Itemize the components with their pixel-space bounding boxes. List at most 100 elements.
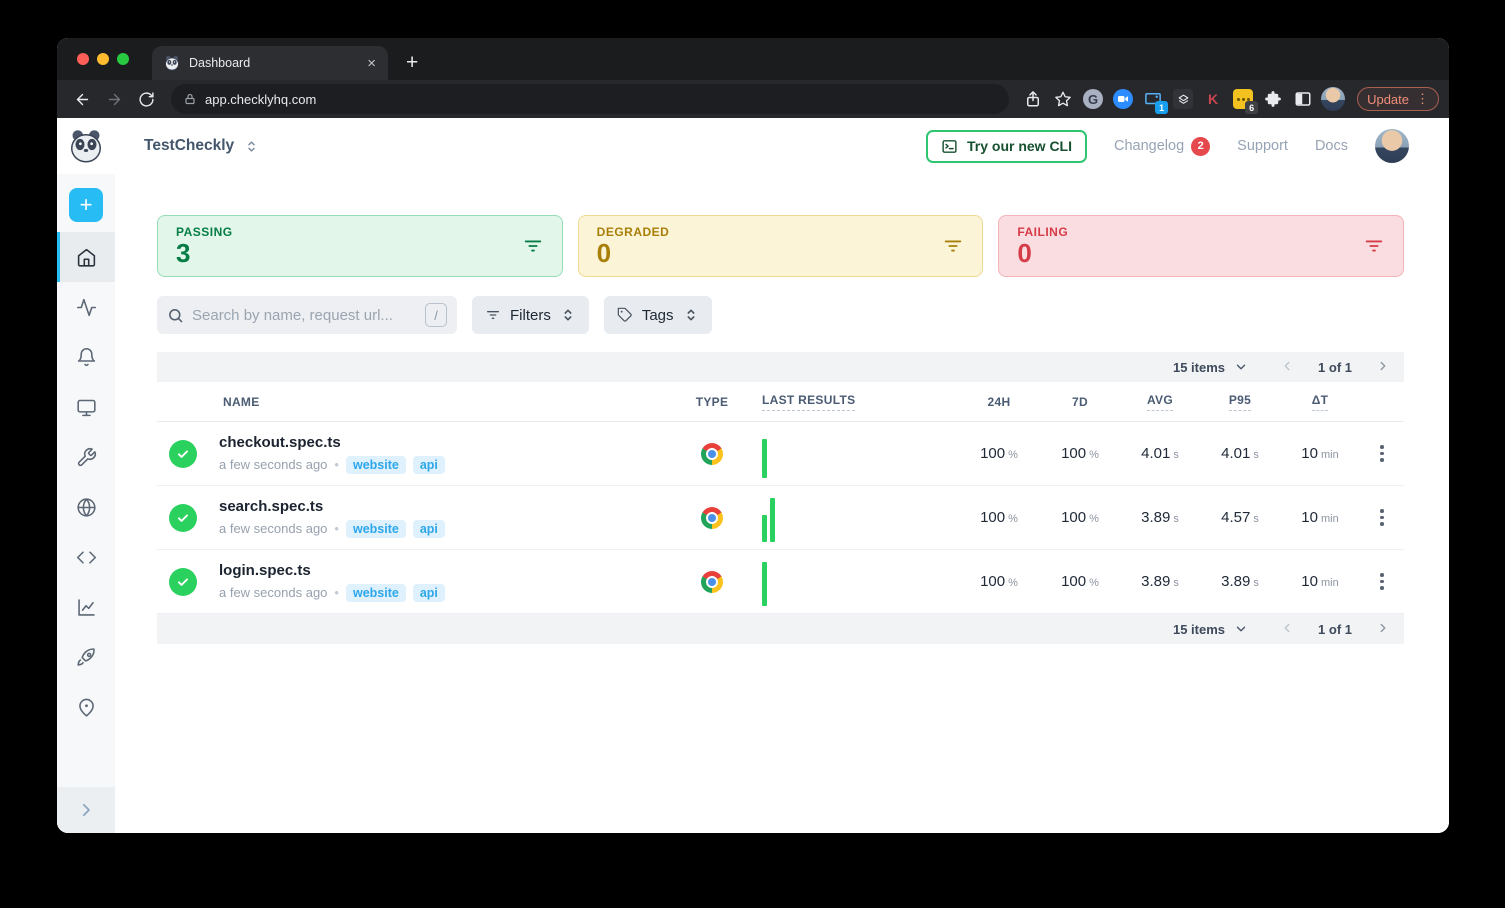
last-results-bars [762, 496, 775, 542]
column-avg[interactable]: AVG [1146, 393, 1173, 411]
passing-card[interactable]: PASSING 3 [157, 215, 563, 277]
side-panel-button[interactable] [1289, 84, 1317, 114]
sidebar-item-snippets[interactable] [57, 532, 115, 582]
browser-tab[interactable]: Dashboard × [152, 46, 388, 80]
cell-avg: 4.01 s [1141, 445, 1179, 462]
user-avatar[interactable] [1375, 129, 1409, 163]
workspace-selector[interactable]: TestCheckly [144, 137, 259, 155]
check-name[interactable]: checkout.spec.ts [219, 434, 666, 451]
back-button[interactable] [67, 84, 97, 114]
prev-page-button[interactable] [1280, 359, 1294, 376]
checkly-logo[interactable] [57, 128, 115, 164]
prev-page-button[interactable] [1280, 621, 1294, 638]
nav-support[interactable]: Support [1237, 138, 1288, 154]
share-button[interactable] [1019, 84, 1047, 114]
tab-title: Dashboard [189, 56, 251, 70]
row-menu-button[interactable] [1374, 503, 1390, 532]
sidebar-item-home[interactable] [57, 232, 115, 282]
tags-button[interactable]: Tags [603, 296, 712, 334]
sidebar-item-analytics[interactable] [57, 582, 115, 632]
recorder-badge: 1 [1155, 101, 1169, 114]
table-row[interactable]: search.spec.ts a few seconds ago • websi… [157, 486, 1404, 550]
tag[interactable]: api [412, 455, 445, 474]
extension-more-tools[interactable]: 6 [1229, 84, 1259, 114]
row-menu-button[interactable] [1374, 567, 1390, 596]
column-name: NAME [223, 394, 260, 409]
result-bar[interactable] [762, 438, 767, 478]
sidebar-item-locations[interactable] [57, 682, 115, 732]
browser-menu-icon[interactable]: ⋮ [1416, 91, 1429, 107]
failing-card[interactable]: FAILING 0 [998, 215, 1405, 277]
window-controls [77, 53, 129, 65]
tag-list: website api [345, 519, 445, 538]
result-bar[interactable] [762, 561, 767, 606]
cell-24h: 100% [980, 509, 1018, 526]
next-page-button[interactable] [1376, 359, 1390, 376]
cell-delta-t: 10 min [1301, 509, 1339, 526]
search-box[interactable]: / [157, 296, 457, 334]
sidebar-expand-button[interactable] [57, 787, 115, 833]
browser-update-button[interactable]: Update ⋮ [1357, 87, 1439, 111]
close-window-button[interactable] [77, 53, 89, 65]
filter-funnel-icon[interactable] [1363, 235, 1385, 257]
video-camera-icon [1113, 89, 1134, 109]
extension-zoom[interactable] [1109, 84, 1137, 114]
nav-docs[interactable]: Docs [1315, 138, 1348, 154]
browser-profile-button[interactable] [1319, 84, 1347, 114]
tab-close-icon[interactable]: × [367, 56, 376, 71]
address-bar[interactable]: app.checklyhq.com [171, 84, 1010, 114]
check-name[interactable]: login.spec.ts [219, 562, 666, 579]
search-icon [169, 308, 183, 322]
items-per-page-selector[interactable]: 15 items [1173, 360, 1248, 375]
minimize-window-button[interactable] [97, 53, 109, 65]
tag[interactable]: api [412, 519, 445, 538]
check-name[interactable]: search.spec.ts [219, 498, 666, 515]
try-cli-button[interactable]: Try our new CLI [925, 129, 1087, 163]
tag[interactable]: api [412, 583, 445, 602]
chrome-browser-icon [701, 442, 723, 465]
column-delta-t[interactable]: ΔT [1311, 393, 1329, 411]
filter-funnel-icon[interactable] [942, 235, 964, 257]
filters-button[interactable]: Filters [472, 296, 589, 334]
extension-kagi[interactable]: K [1199, 84, 1227, 114]
sidebar-item-activity[interactable] [57, 282, 115, 332]
new-tab-button[interactable]: + [406, 52, 418, 73]
zoom-window-button[interactable] [117, 53, 129, 65]
degraded-card[interactable]: DEGRADED 0 [577, 215, 984, 277]
extensions-menu-button[interactable] [1259, 84, 1287, 114]
search-input[interactable] [192, 306, 417, 324]
tag[interactable]: website [345, 455, 406, 474]
create-new-button[interactable]: + [69, 188, 103, 222]
sidebar-item-runtimes[interactable] [57, 632, 115, 682]
sidebar-item-alerts[interactable] [57, 332, 115, 382]
next-page-button[interactable] [1376, 621, 1390, 638]
bookmark-button[interactable] [1049, 84, 1077, 114]
row-menu-button[interactable] [1374, 439, 1390, 468]
table-row[interactable]: checkout.spec.ts a few seconds ago • web… [157, 422, 1404, 486]
tag[interactable]: website [345, 583, 406, 602]
filter-funnel-icon[interactable] [522, 235, 544, 257]
extension-layers[interactable] [1169, 84, 1197, 114]
cell-p95: 4.01 s [1221, 445, 1259, 462]
chevron-right-icon [82, 803, 90, 817]
sidebar-item-private-locations[interactable] [57, 482, 115, 532]
sidebar-item-maintenance[interactable] [57, 432, 115, 482]
column-p95[interactable]: P95 [1228, 393, 1252, 411]
sidebar-item-dashboards[interactable] [57, 382, 115, 432]
sort-chevrons-icon [248, 140, 255, 152]
reload-button[interactable] [131, 84, 161, 114]
items-per-page-selector[interactable]: 15 items [1173, 622, 1248, 637]
extension-screen-recorder[interactable]: 1 [1139, 84, 1169, 114]
forward-button[interactable] [99, 84, 129, 114]
nav-changelog[interactable]: Changelog 2 [1114, 136, 1211, 156]
table-row[interactable]: login.spec.ts a few seconds ago • websit… [157, 550, 1404, 614]
result-bar[interactable] [762, 514, 767, 542]
extension-grammarly[interactable]: G [1079, 84, 1107, 114]
tag[interactable]: website [345, 519, 406, 538]
result-bar[interactable] [770, 497, 775, 542]
terminal-icon [942, 139, 957, 153]
column-last-results[interactable]: LAST RESULTS [762, 393, 856, 411]
table-header: NAME TYPE LAST RESULTS 24H 7D AVG P95 ΔT [157, 382, 1404, 422]
checks-table: 15 items 1 of 1 NAME TYPE LAST RESULTS 2… [157, 352, 1404, 644]
cell-24h: 100% [980, 573, 1018, 590]
